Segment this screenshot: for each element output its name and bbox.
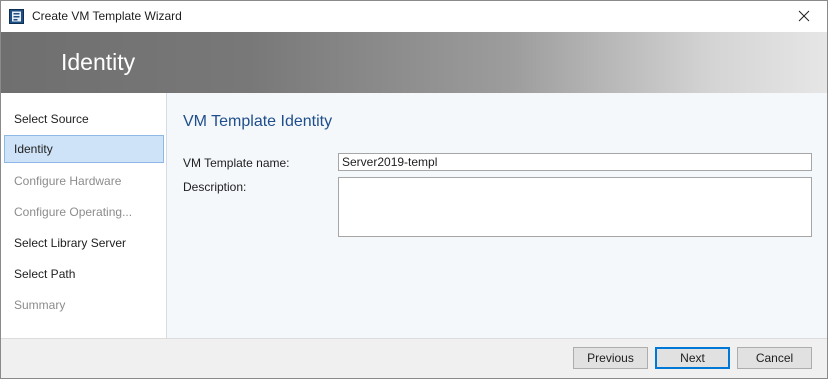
nav-item-identity[interactable]: Identity bbox=[4, 135, 164, 163]
nav-item-configure-operating-system: Configure Operating... bbox=[14, 205, 133, 219]
nav-item-select-path[interactable]: Select Path bbox=[4, 260, 164, 288]
nav-item-summary: Summary bbox=[14, 298, 66, 312]
description-textarea[interactable] bbox=[338, 177, 812, 237]
section-title: VM Template Identity bbox=[183, 113, 333, 130]
wizard-window: Create VM Template Wizard Identity Selec… bbox=[0, 0, 828, 379]
description-label: Description: bbox=[183, 180, 247, 194]
window-title: Create VM Template Wizard bbox=[32, 9, 182, 23]
main-content: VM Template Identity VM Template name: D… bbox=[167, 93, 827, 338]
next-button[interactable]: Next bbox=[655, 347, 730, 369]
header-banner: Identity bbox=[1, 32, 827, 93]
template-name-label: VM Template name: bbox=[183, 156, 290, 170]
title-bar: Create VM Template Wizard bbox=[1, 1, 827, 32]
template-name-input[interactable] bbox=[338, 153, 812, 171]
nav-item-select-library-server[interactable]: Select Library Server bbox=[4, 229, 164, 257]
wizard-app-icon bbox=[9, 9, 24, 24]
cancel-button[interactable]: Cancel bbox=[737, 347, 812, 369]
nav-item-configure-hardware: Configure Hardware bbox=[14, 174, 122, 188]
close-icon bbox=[798, 10, 810, 22]
wizard-footer: Previous Next Cancel bbox=[1, 338, 827, 378]
previous-button[interactable]: Previous bbox=[573, 347, 648, 369]
wizard-steps-nav: Select Source Identity Configure Hardwar… bbox=[1, 93, 167, 338]
nav-item-select-source[interactable]: Select Source bbox=[4, 105, 164, 133]
page-title: Identity bbox=[61, 49, 136, 75]
close-button[interactable] bbox=[781, 1, 827, 31]
